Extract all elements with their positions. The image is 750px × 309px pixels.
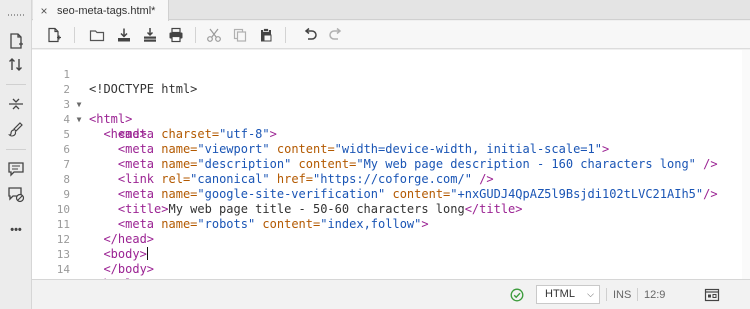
language-value: HTML [545,288,575,300]
more-glyph: ••• [10,224,22,236]
copy-icon[interactable] [230,25,250,45]
code-line[interactable]: 7 <link rel="canonical" href="https://co… [32,142,732,186]
tab-title: seo-meta-tags.html* [57,4,156,17]
redo-icon[interactable] [326,25,346,45]
new-document-icon[interactable] [6,31,26,51]
language-select[interactable]: HTML ⌵ [536,285,600,304]
toolbar-separator [74,27,75,43]
brush-icon[interactable] [6,119,26,139]
close-tab-icon[interactable]: × [37,4,51,18]
print-icon[interactable] [166,25,186,45]
code-line[interactable]: 2 ▼ <html> [32,67,732,126]
status-separator [606,288,607,301]
vertical-scrollbar[interactable] [742,50,750,279]
toolbar-separator [285,27,286,43]
code-editor[interactable]: 1 <!DOCTYPE html> 2 ▼ <html> 3 ▼ <head> … [32,50,750,291]
line-number: 14 [56,263,70,276]
code-line[interactable]: 9 <title>My web page title - 50-60 chara… [32,172,732,216]
tab-seo-meta-tags[interactable]: × seo-meta-tags.html* [33,0,169,21]
code-line[interactable]: 4 <meta charset="utf-8"> [32,97,732,141]
tab-strip: × seo-meta-tags.html* [32,0,750,21]
paste-icon[interactable] [256,25,276,45]
grip-handle[interactable] [8,14,24,16]
code-line[interactable]: 5 <meta name="viewport" content="width=d… [32,112,732,156]
code-line[interactable]: 6 <meta name="description" content="My w… [32,127,732,171]
save-all-icon[interactable] [140,25,160,45]
activity-separator [6,149,26,150]
new-file-icon[interactable] [44,25,64,45]
code-line[interactable]: 3 ▼ <head> [32,82,732,141]
preview-window-icon[interactable] [704,287,720,303]
chevron-down-icon: ⌵ [587,289,594,299]
code-line[interactable]: 13 </body> [32,232,732,276]
cut-icon[interactable] [204,25,224,45]
open-folder-icon[interactable] [87,25,107,45]
code-line[interactable]: 12 <body> [32,217,732,261]
save-icon[interactable] [114,25,134,45]
toolbar-separator [195,27,196,43]
comment-icon[interactable] [6,159,26,179]
cursor-position[interactable]: 12:9 [644,289,665,301]
undo-icon[interactable] [300,25,320,45]
activity-separator [6,84,26,85]
collapse-icon[interactable] [6,94,26,114]
code-line[interactable]: 10 <meta name="robots" content="index,fo… [32,187,732,231]
code-line[interactable]: 1 <!DOCTYPE html> [32,52,732,96]
sort-icon[interactable] [6,55,26,75]
status-separator [637,288,638,301]
code-line[interactable]: 8 <meta name="google-site-verification" … [32,157,732,201]
comment-disable-icon[interactable] [6,184,26,204]
line-code: </body> [103,262,155,276]
toolbar [32,21,750,49]
more-icon[interactable]: ••• [6,220,26,240]
insert-mode-indicator[interactable]: INS [613,289,631,301]
status-bar: HTML ⌵ INS 12:9 [32,279,750,309]
activity-bar: ••• [0,0,32,309]
check-circle-icon [510,288,524,302]
code-line[interactable]: 14 </html> [32,247,732,291]
code-line[interactable]: 11 </head> [32,202,732,246]
